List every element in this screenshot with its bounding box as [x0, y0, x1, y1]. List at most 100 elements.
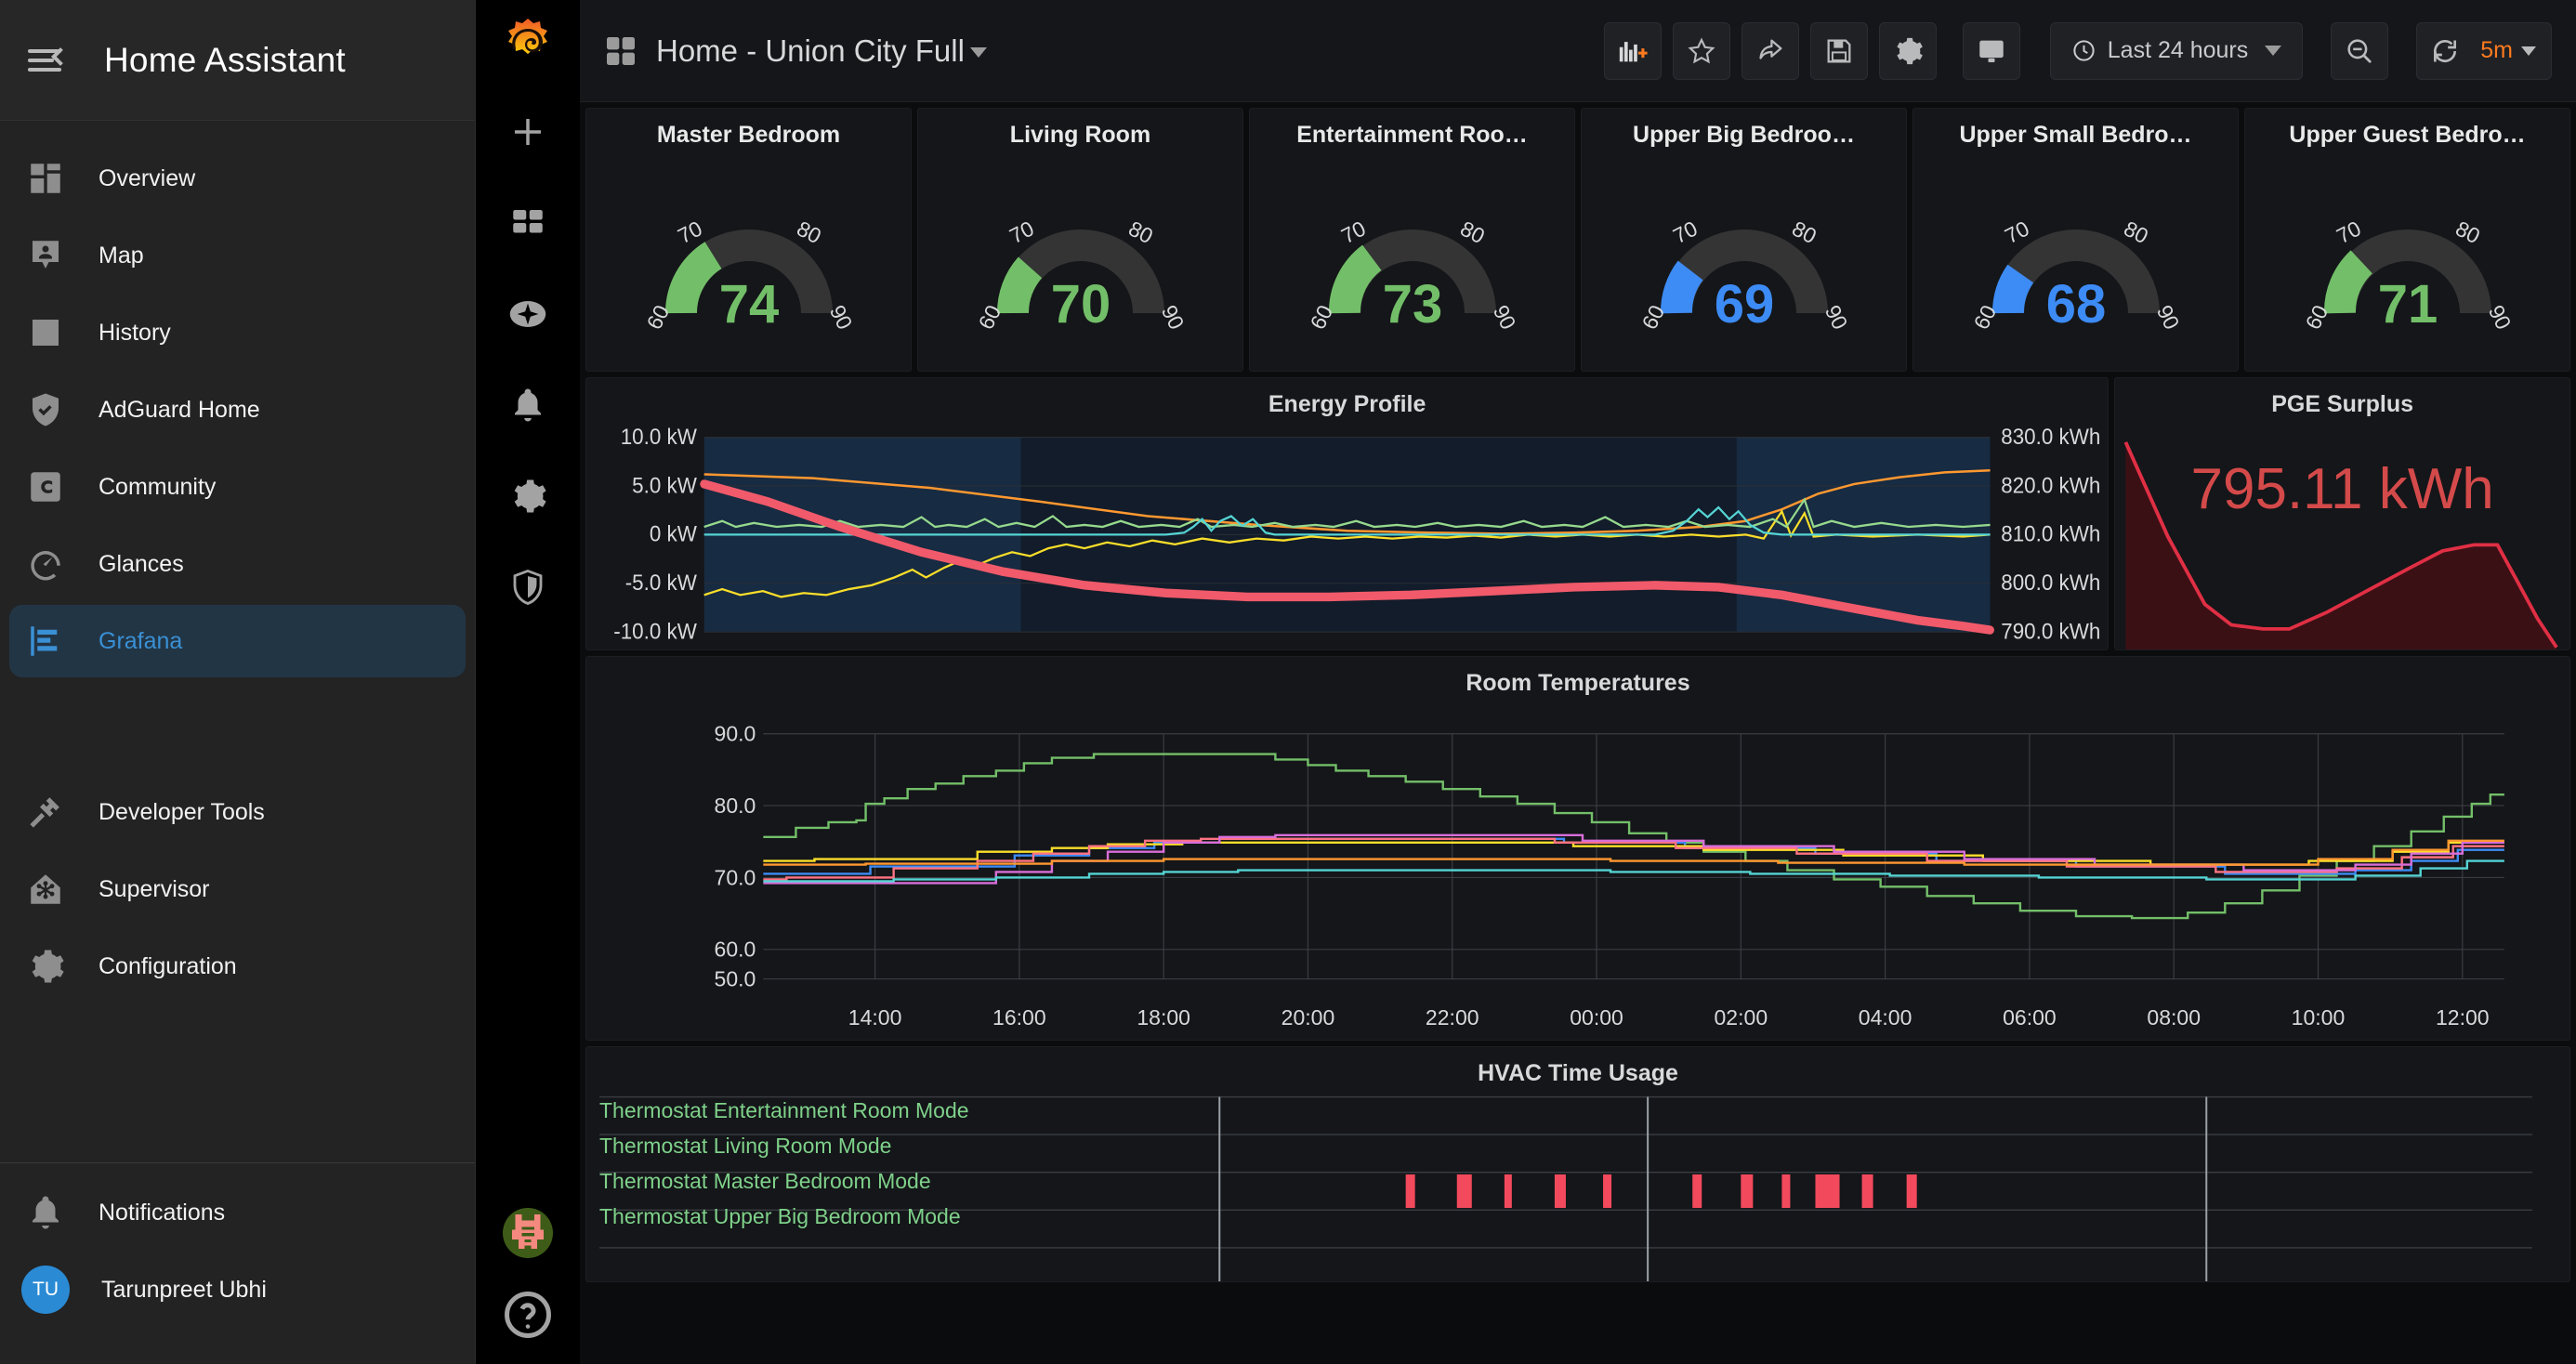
toolbar-actions	[1604, 22, 1937, 80]
sidebar-item-glances[interactable]: Glances	[9, 528, 466, 600]
x-tick-label: 12:00	[2436, 1005, 2490, 1030]
panel-title: Energy Profile	[586, 378, 2108, 424]
x-tick-label: 14:00	[848, 1005, 902, 1030]
x-tick-label: 00:00	[1570, 1005, 1623, 1030]
gauge-graphic: 60 70 80 90 68	[1969, 181, 2183, 339]
question-circle-help-icon[interactable]	[503, 1290, 553, 1340]
sidebar-item-label: Glances	[99, 551, 184, 578]
hamburger-collapse-icon[interactable]	[24, 36, 72, 85]
gauge-panel[interactable]: Living Room 60 70 80 90 70	[917, 108, 1243, 372]
y-tick-label: 90.0	[715, 722, 756, 746]
x-tick-label: 08:00	[2147, 1005, 2201, 1030]
sidebar-item-notifications[interactable]: Notifications	[9, 1176, 466, 1249]
x-tick-label: 06:00	[2003, 1005, 2057, 1030]
x-tick-label: 02:00	[1715, 1005, 1768, 1030]
hvac-time-usage-row: HVAC Time Usage	[580, 1041, 2576, 1282]
x-tick-label: 22:00	[1426, 1005, 1479, 1030]
time-zoom-out-button[interactable]	[2331, 22, 2388, 80]
gauge-value: 71	[2377, 274, 2438, 334]
panel-title: Master Bedroom	[657, 122, 840, 149]
nav-gap	[0, 682, 475, 771]
svg-text:70: 70	[2333, 216, 2365, 248]
refresh-button[interactable]	[2417, 23, 2473, 79]
chevron-down-icon	[2521, 46, 2536, 56]
refresh-interval-picker[interactable]: 5m	[2473, 23, 2551, 79]
gear-configuration-icon[interactable]	[494, 463, 561, 530]
grafana-main: Home - Union City Full	[580, 0, 2576, 1364]
grafana-logo-icon[interactable]	[498, 15, 558, 74]
sidebar-item-developer-tools[interactable]: Developer Tools	[9, 776, 466, 848]
energy-panel-row: Energy Profile	[580, 372, 2576, 650]
gauge-panel-row: Master Bedroom 60 70	[580, 102, 2576, 372]
hvac-time-usage-panel[interactable]: HVAC Time Usage	[585, 1046, 2570, 1282]
user-name-label: Tarunpreet Ubhi	[101, 1277, 267, 1304]
gauge-value: 69	[1714, 274, 1774, 334]
page-title[interactable]: Home - Union City Full	[656, 33, 987, 69]
gauge-graphic: 60 70 80 90 71	[2301, 181, 2515, 339]
time-range-label: Last 24 hours	[2108, 37, 2249, 64]
avatar: TU	[21, 1266, 70, 1314]
svg-text:80: 80	[1788, 216, 1820, 248]
sidebar-item-supervisor[interactable]: Supervisor	[9, 853, 466, 925]
sidebar-item-user-profile[interactable]: TU Tarunpreet Ubhi	[9, 1253, 466, 1326]
svg-text:80: 80	[793, 216, 825, 248]
dashboard-settings-button[interactable]	[1879, 22, 1937, 80]
sidebar-item-map[interactable]: Map	[9, 219, 466, 292]
gear-icon	[24, 945, 67, 988]
shield-check-icon	[24, 388, 67, 431]
sidebar-item-configuration[interactable]: Configuration	[9, 930, 466, 1003]
compass-explore-icon[interactable]	[494, 281, 561, 348]
share-dashboard-button[interactable]	[1741, 22, 1799, 80]
y-tick-label: 80.0	[715, 793, 756, 818]
sidebar-item-grafana[interactable]: Grafana	[9, 605, 466, 677]
chevron-down-icon[interactable]	[970, 47, 987, 58]
kiosk-mode-button[interactable]	[1963, 22, 2020, 80]
sidebar-item-history[interactable]: History	[9, 296, 466, 369]
save-dashboard-button[interactable]	[1810, 22, 1868, 80]
energy-profile-panel[interactable]: Energy Profile	[585, 377, 2109, 650]
shield-server-admin-icon[interactable]	[494, 554, 561, 621]
gauge-value: 73	[1382, 274, 1442, 334]
panel-title: Room Temperatures	[586, 657, 2569, 702]
sidebar-item-community[interactable]: Community	[9, 451, 466, 523]
sidebar-item-label: Grafana	[99, 628, 182, 655]
create-plus-icon[interactable]	[494, 98, 561, 165]
home-supervisor-icon	[24, 868, 67, 911]
y-tick-label: 60.0	[715, 938, 756, 962]
pge-surplus-panel[interactable]: PGE Surplus 795.11 kWh	[2114, 377, 2570, 650]
gauge-panel[interactable]: Upper Guest Bedro… 60 70 80 90	[2244, 108, 2570, 372]
time-range-picker[interactable]: Last 24 hours	[2050, 22, 2304, 80]
svg-text:70: 70	[1669, 216, 1702, 248]
energy-profile-plot: 10.0 kW 5.0 kW 0 kW -5.0 kW -10.0 kW 830…	[586, 424, 2108, 649]
dashboard-grid-icon	[602, 33, 639, 70]
add-panel-button[interactable]	[1604, 22, 1662, 80]
gauge-container: 60 70 80 90 74	[586, 149, 911, 371]
gauge-panel[interactable]: Entertainment Roo… 60 70 80 90	[1249, 108, 1575, 372]
gauge-container: 60 70 80 90 70	[918, 149, 1242, 371]
bell-alerting-icon[interactable]	[494, 372, 561, 439]
room-temperatures-chart: 90.0 80.0 70.0 60.0 50.0 14:00 16:00 18:…	[586, 702, 2569, 1040]
svg-text:80: 80	[2120, 216, 2152, 248]
panel-title: Entertainment Roo…	[1296, 122, 1528, 149]
pge-surplus-value: 795.11 kWh	[2115, 456, 2569, 522]
gauge-container: 60 70 80 90 69	[1582, 149, 1906, 371]
hammer-icon	[24, 791, 67, 833]
hvac-rows-container: Thermostat Entertainment Room Mode Therm…	[586, 1093, 2569, 1281]
gauge-panel[interactable]: Master Bedroom 60 70	[585, 108, 912, 372]
room-temperatures-panel[interactable]: Room Temperatures	[585, 656, 2570, 1041]
gauge-graphic: 60 70 80 90 70	[974, 181, 1188, 339]
gauge-panel[interactable]: Upper Small Bedro… 60 70 80 90	[1912, 108, 2239, 372]
dashboards-grid-icon[interactable]	[494, 190, 561, 256]
bar-chart-icon	[24, 311, 67, 354]
user-avatar-icon[interactable]	[503, 1208, 553, 1258]
sidebar-item-adguard-home[interactable]: AdGuard Home	[9, 374, 466, 446]
gauge-panel[interactable]: Upper Big Bedroo… 60 70 80 90 6	[1581, 108, 1907, 372]
energy-profile-chart	[586, 424, 2108, 649]
hvac-row-label: Thermostat Master Bedroom Mode	[599, 1169, 931, 1194]
sidebar-nav: Overview Map History AdGuard Home	[0, 121, 475, 1153]
sidebar-item-label: Community	[99, 474, 216, 501]
dashboard-toolbar: Home - Union City Full	[580, 0, 2576, 102]
mark-favorite-button[interactable]	[1673, 22, 1730, 80]
sidebar-item-overview[interactable]: Overview	[9, 142, 466, 215]
x-tick-label: 18:00	[1137, 1005, 1190, 1030]
